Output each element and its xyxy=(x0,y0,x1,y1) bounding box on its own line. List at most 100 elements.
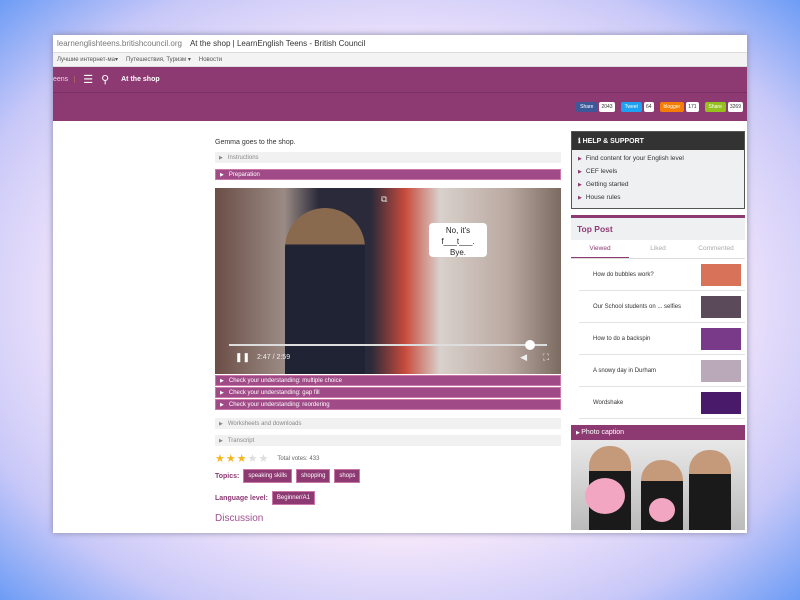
top-post-tabs: Viewed Liked Commented xyxy=(571,240,745,259)
star-icon[interactable]: ★ xyxy=(259,452,269,465)
label: Preparation xyxy=(228,171,260,178)
star-icon[interactable]: ★ xyxy=(248,452,258,465)
language-level: Language level: Beginner/A1 xyxy=(215,491,561,505)
progress-handle[interactable] xyxy=(524,340,535,350)
intro-text: Gemma goes to the shop. xyxy=(215,139,296,146)
post-title: A snowy day in Durham xyxy=(593,367,657,374)
topic-tag[interactable]: speaking skills xyxy=(243,469,293,483)
share-count: 171 xyxy=(686,102,699,112)
page-tab-title: At the shop | LearnEnglish Teens - Briti… xyxy=(189,39,366,48)
bookmark[interactable]: Путешествия, Туризм ▾ xyxy=(126,56,191,63)
label: Photo caption xyxy=(581,429,625,436)
topic-tag[interactable]: shops xyxy=(334,469,361,483)
label: Check your understanding: gap fill xyxy=(228,389,320,396)
label: CEF levels xyxy=(585,168,618,175)
caption-line: No, it's xyxy=(445,226,471,235)
total-votes: Total votes: 433 xyxy=(277,455,320,462)
search-icon[interactable]: ⚲ xyxy=(101,73,109,86)
worksheets-toggle[interactable]: ▶ Worksheets and downloads xyxy=(215,418,561,429)
pause-icon[interactable]: ❚❚ xyxy=(235,352,250,363)
menu-icon[interactable]: ☰ xyxy=(83,73,93,86)
browser-window: learnenglishteens.britishcouncil.org At … xyxy=(53,35,747,533)
post-title: How to do a backspin xyxy=(593,335,651,342)
check-reordering[interactable]: ▶ Check your understanding: reordering xyxy=(215,399,561,410)
label: Transcript xyxy=(227,437,255,444)
video-time: 2:47 / 2:59 xyxy=(257,354,291,361)
help-link[interactable]: ▶ House rules xyxy=(572,191,744,204)
external-link-icon[interactable]: ⧉ xyxy=(381,194,387,205)
instructions-toggle[interactable]: ▶ Instructions xyxy=(215,152,561,163)
video-progress-bar[interactable] xyxy=(229,340,547,350)
share-label: Tweet xyxy=(620,102,642,112)
topics: Topics: speaking skills shopping shops xyxy=(215,469,561,483)
label: Check your understanding: multiple choic… xyxy=(228,377,342,384)
caption-bubble: No, it's f___t___. Bye. xyxy=(429,223,487,257)
star-icon[interactable]: ★ xyxy=(226,452,236,465)
top-post: Top Post Viewed Liked Commented How do b… xyxy=(571,215,745,419)
breadcrumb-title: At the shop xyxy=(121,76,160,83)
transcript-toggle[interactable]: ▶ Transcript xyxy=(215,435,561,446)
share-count: 2043 xyxy=(599,102,615,112)
post-title: How do bubbles work? xyxy=(593,271,654,278)
tab-viewed[interactable]: Viewed xyxy=(571,240,629,258)
volume-icon[interactable]: ◀ xyxy=(520,352,527,363)
share-label: Share xyxy=(704,102,726,112)
check-gap-fill[interactable]: ▶ Check your understanding: gap fill xyxy=(215,387,561,398)
share-label: Share xyxy=(576,102,598,112)
help-support-box: ℹ HELP & SUPPORT ▶ Find content for your … xyxy=(571,131,745,209)
label: Getting started xyxy=(585,181,629,188)
star-icon[interactable]: ★ xyxy=(215,452,225,465)
video-player[interactable]: ⧉ No, it's f___t___. Bye. ❚❚ 2:47 / 2:59… xyxy=(215,188,561,374)
post-thumbnail[interactable] xyxy=(701,295,741,318)
label: HELP & SUPPORT xyxy=(582,138,644,145)
post-thumbnail[interactable] xyxy=(701,391,741,414)
share-button[interactable]: Share 3269 xyxy=(704,102,743,112)
help-link[interactable]: ▶ Getting started xyxy=(572,178,744,191)
label: Find content for your English level xyxy=(585,155,684,162)
share-count: 64 xyxy=(643,102,654,112)
help-link[interactable]: ▶ CEF levels xyxy=(572,165,744,178)
sidebar: ℹ HELP & SUPPORT ▶ Find content for your … xyxy=(571,131,745,530)
tab-liked[interactable]: Liked xyxy=(629,240,687,258)
label: House rules xyxy=(585,194,621,201)
caption-line: Bye. xyxy=(449,248,466,257)
star-icon[interactable]: ★ xyxy=(237,452,247,465)
topics-label: Topics: xyxy=(215,472,240,480)
address-bar[interactable]: learnenglishteens.britishcouncil.org At … xyxy=(53,35,747,53)
share-button[interactable]: Share 2043 xyxy=(576,102,615,112)
bookmarks-bar: Лучшие интернет-ма▾ Путешествия, Туризм … xyxy=(53,53,747,67)
fullscreen-icon[interactable]: ⛶ xyxy=(543,352,549,363)
share-button[interactable]: blogger 171 xyxy=(659,102,699,112)
help-title: ℹ HELP & SUPPORT xyxy=(572,132,744,150)
site-logo[interactable]: eens xyxy=(53,76,76,83)
bookmark[interactable]: Новости xyxy=(199,57,222,63)
post-thumbnail[interactable] xyxy=(701,263,741,286)
post-thumbnail[interactable] xyxy=(701,327,741,350)
preparation-toggle[interactable]: ▶ Preparation xyxy=(215,169,561,180)
video-frame-person xyxy=(285,208,365,374)
top-post-item[interactable]: A snowy day in Durham xyxy=(579,355,745,387)
post-thumbnail[interactable] xyxy=(701,359,741,382)
level-tag[interactable]: Beginner/A1 xyxy=(271,491,315,505)
main-content: Gemma goes to the shop. ▶ Instructions ▶ P… xyxy=(215,135,561,524)
tab-commented[interactable]: Commented xyxy=(687,240,745,258)
url[interactable]: learnenglishteens.britishcouncil.org xyxy=(57,39,182,48)
check-multiple-choice[interactable]: ▶ Check your understanding: multiple choi… xyxy=(215,375,561,386)
share-label: blogger xyxy=(659,102,685,112)
top-post-item[interactable]: How to do a backspin xyxy=(579,323,745,355)
post-title: Wordshake xyxy=(593,399,624,406)
photo-caption-toggle[interactable]: ▶ Photo caption xyxy=(571,425,745,440)
share-button[interactable]: Tweet 64 xyxy=(620,102,654,112)
top-post-item[interactable]: Our School students on ... selfies xyxy=(579,291,745,323)
top-post-item[interactable]: How do bubbles work? xyxy=(579,259,745,291)
bookmark[interactable]: Лучшие интернет-ма▾ xyxy=(57,56,118,63)
post-title: Our School students on ... selfies xyxy=(593,303,682,310)
top-post-item[interactable]: Wordshake xyxy=(579,387,745,419)
share-count: 3269 xyxy=(727,102,743,112)
rating[interactable]: ★ ★ ★ ★ ★ Total votes: 433 xyxy=(215,452,561,465)
label: Check your understanding: reordering xyxy=(228,401,330,408)
label: Instructions xyxy=(227,154,259,161)
site-header: eens ☰ ⚲ At the shop xyxy=(53,67,747,93)
topic-tag[interactable]: shopping xyxy=(296,469,331,483)
help-link[interactable]: ▶ Find content for your English level xyxy=(572,152,744,165)
